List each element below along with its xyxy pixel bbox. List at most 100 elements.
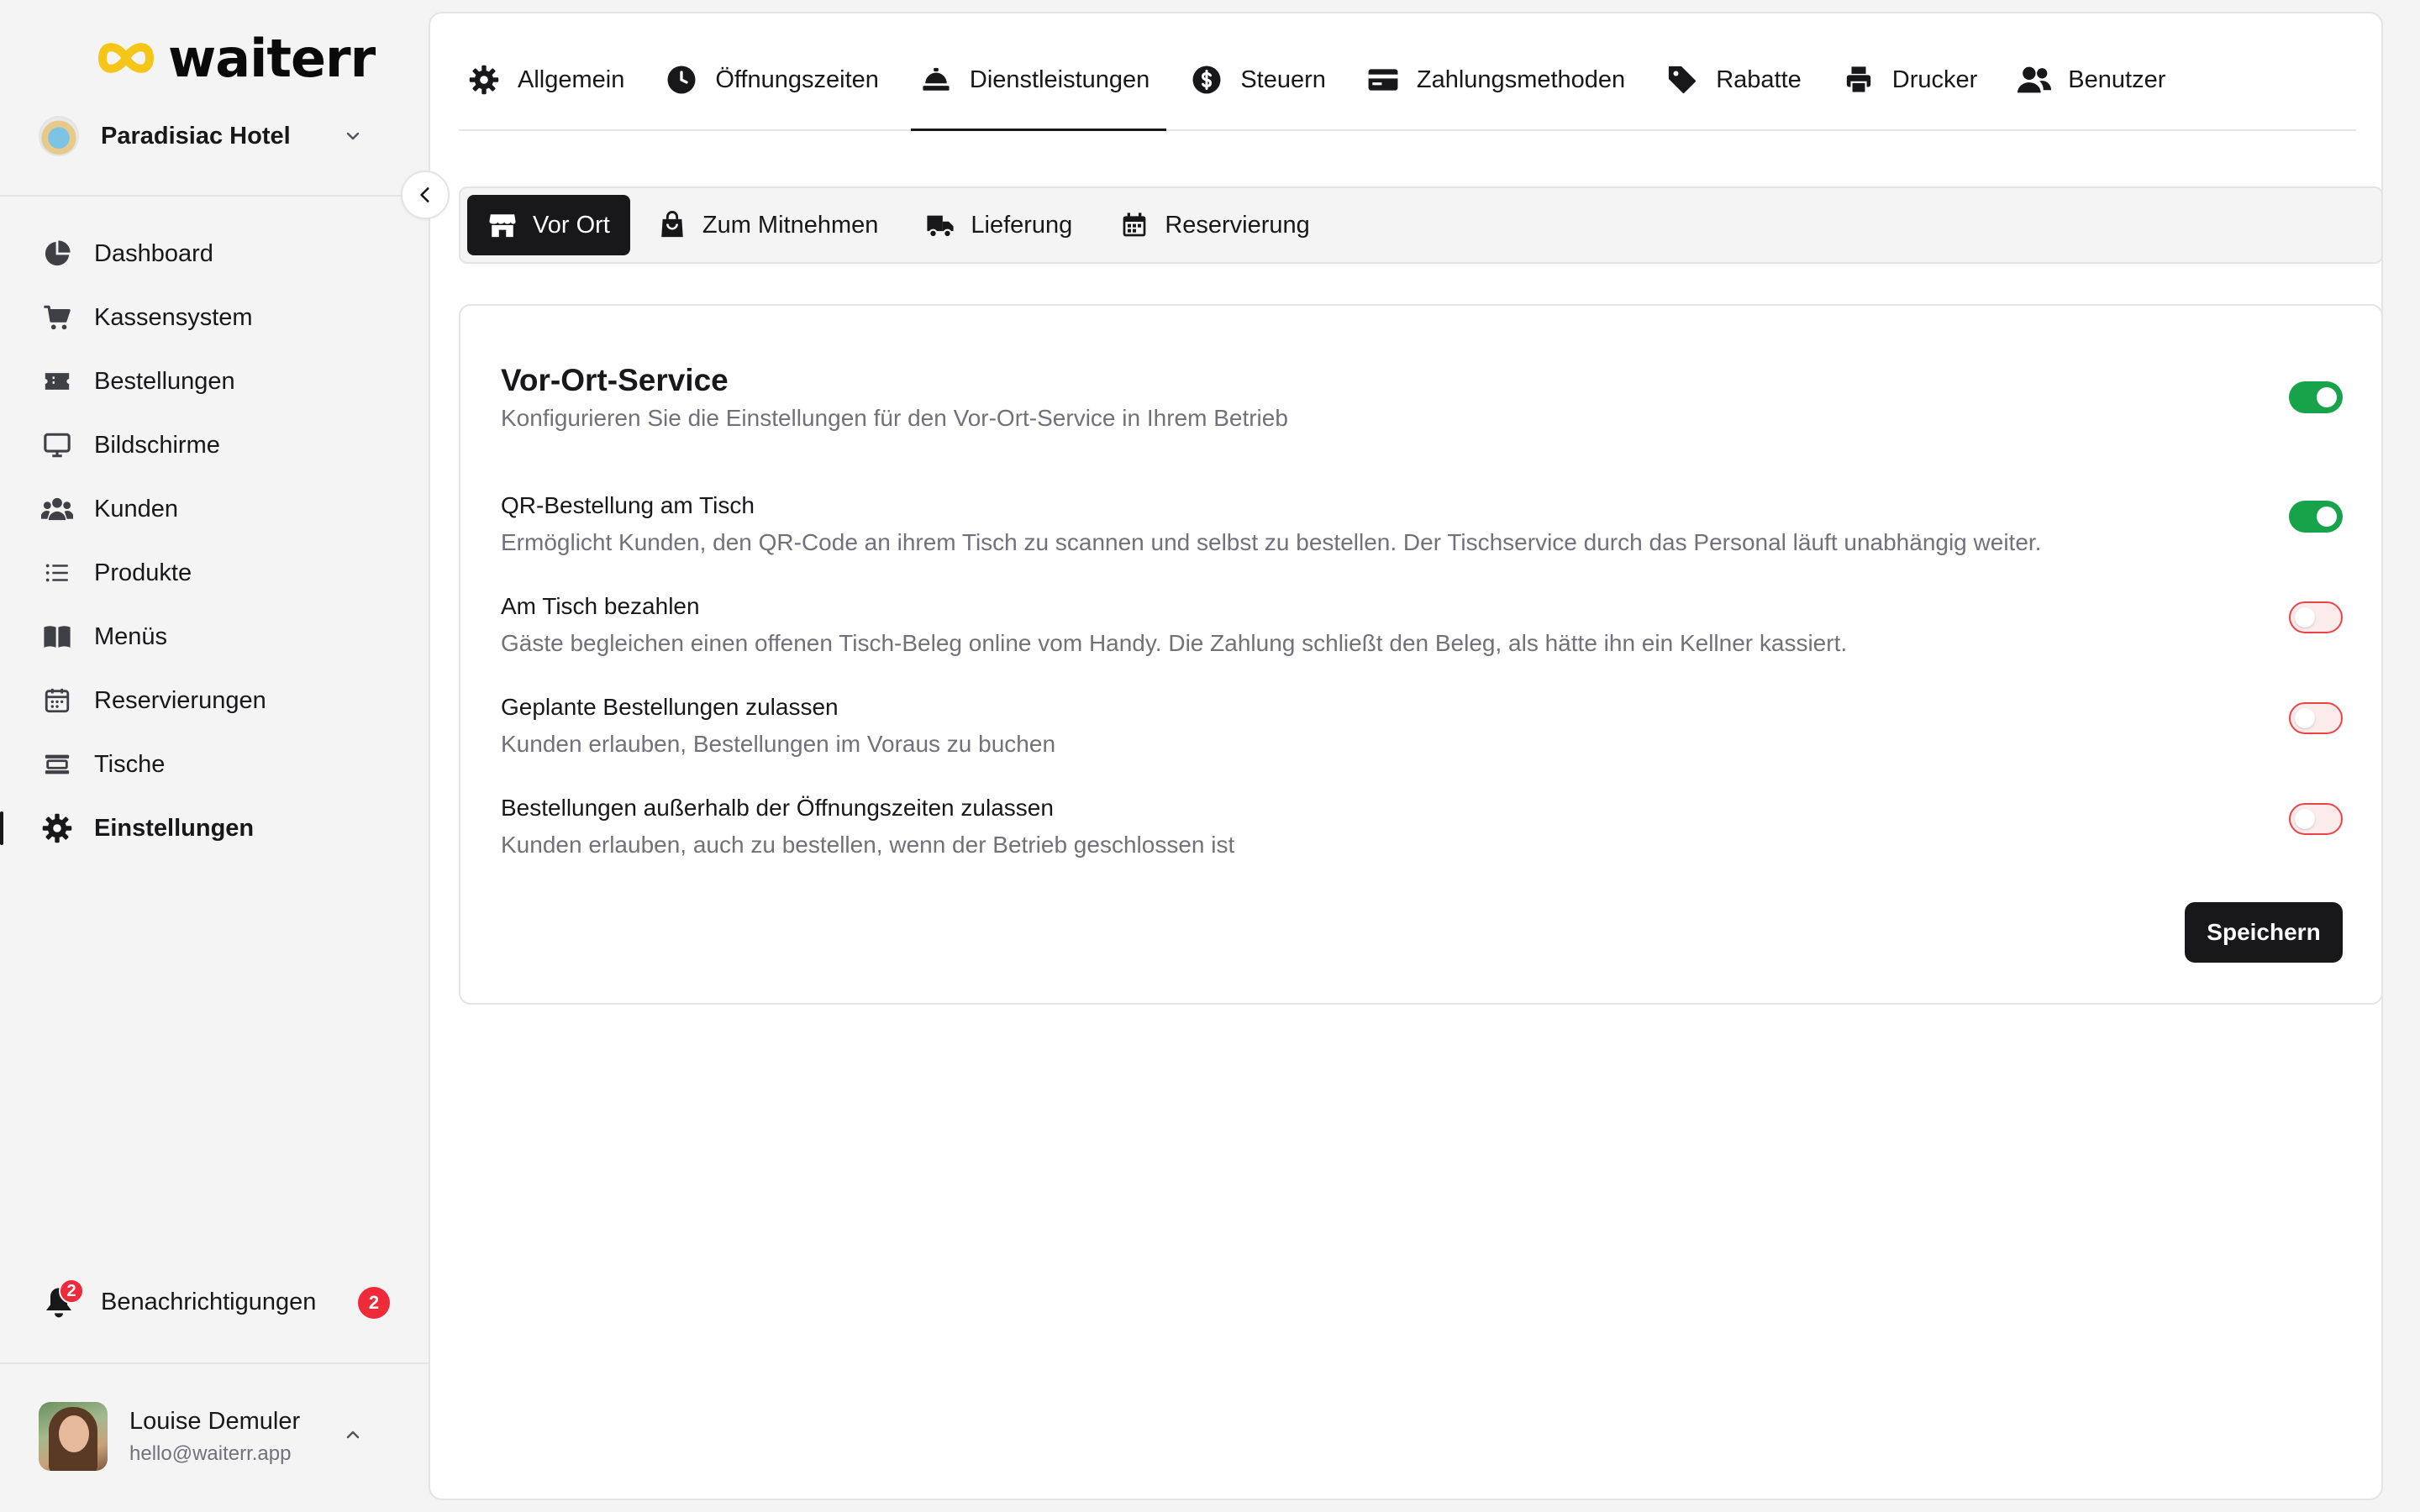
chevron-up-icon xyxy=(346,1431,360,1439)
tab-zahlungsmethoden[interactable]: Zahlungsmethoden xyxy=(1358,30,1642,129)
sidebar-item-einstellungen[interactable]: Einstellungen xyxy=(0,796,429,860)
brand-logo[interactable]: waiterr xyxy=(96,28,376,89)
sidebar-item-label: Dashboard xyxy=(94,239,213,267)
sidebar-item-label: Bestellungen xyxy=(94,367,235,395)
tab-dienstleistungen[interactable]: Dienstleistungen xyxy=(910,30,1167,131)
sidebar-item-kunden[interactable]: Kunden xyxy=(0,477,429,541)
am-tisch-bezahlen-toggle[interactable] xyxy=(2289,601,2343,633)
subtab-vor-ort[interactable]: Vor Ort xyxy=(467,195,630,255)
subtab-label: Lieferung xyxy=(971,211,1073,239)
sidebar-item-label: Einstellungen xyxy=(94,814,255,842)
avatar xyxy=(39,1402,108,1471)
sidebar-item-dashboard[interactable]: Dashboard xyxy=(0,222,429,286)
dollar-circle-icon xyxy=(1190,63,1223,97)
sidebar-item-label: Tische xyxy=(94,750,166,778)
monitor-icon xyxy=(40,428,74,462)
save-button[interactable]: Speichern xyxy=(2185,902,2343,963)
settings-panel: Allgemein Öffnungszeiten Dienstleistunge… xyxy=(429,12,2383,1500)
shopping-bag-icon xyxy=(657,210,687,240)
printer-icon xyxy=(1842,63,1876,97)
tag-icon xyxy=(1665,63,1699,97)
book-icon xyxy=(40,620,74,654)
tab-label: Steuern xyxy=(1240,66,1326,93)
option-description: Gäste begleichen einen offenen Tisch-Bel… xyxy=(501,630,1848,656)
store-icon xyxy=(487,210,518,240)
user-name: Louise Demuler xyxy=(129,1407,301,1435)
option-title: Bestellungen außerhalb der Öffnungszeite… xyxy=(501,795,1054,821)
subtab-zum-mitnehmen[interactable]: Zum Mitnehmen xyxy=(637,195,899,255)
ticket-icon xyxy=(40,365,74,398)
tab-label: Öffnungszeiten xyxy=(715,66,879,93)
vor-ort-service-card: Vor-Ort-Service Konfigurieren Sie die Ei… xyxy=(459,304,2383,1005)
subtab-reservierung[interactable]: Reservierung xyxy=(1099,195,1329,255)
qr-bestellung-toggle[interactable] xyxy=(2289,501,2343,533)
sidebar-item-label: Kunden xyxy=(94,495,178,522)
sidebar-item-produkte[interactable]: Produkte xyxy=(0,541,429,605)
sidebar-item-reservierungen[interactable]: Reservierungen xyxy=(0,669,429,732)
gear-icon xyxy=(40,811,74,845)
notification-badge: 2 xyxy=(59,1278,84,1304)
option-description: Ermöglicht Kunden, den QR-Code an ihrem … xyxy=(501,529,2042,555)
vor-ort-service-toggle[interactable] xyxy=(2289,381,2343,413)
subtab-label: Vor Ort xyxy=(533,211,610,239)
card-title: Vor-Ort-Service xyxy=(501,363,729,397)
pie-chart-icon xyxy=(40,237,74,270)
subtab-lieferung[interactable]: Lieferung xyxy=(905,195,1092,255)
tab-label: Allgemein xyxy=(518,66,625,93)
sidebar-item-label: Reservierungen xyxy=(94,686,266,714)
sidebar-item-bestellungen[interactable]: Bestellungen xyxy=(0,349,429,413)
option-description: Kunden erlauben, auch zu bestellen, wenn… xyxy=(501,832,1235,858)
sidebar: waiterr Paradisiac Hotel Dashboard Kasse… xyxy=(0,0,429,1512)
sidebar-item-label: Produkte xyxy=(94,559,192,586)
sidebar-nav: Dashboard Kassensystem Bestellungen Bild… xyxy=(0,222,429,860)
notifications-button[interactable]: 2 Benachrichtigungen 2 xyxy=(39,1275,395,1329)
sidebar-item-label: Bildschirme xyxy=(94,431,220,459)
credit-card-icon xyxy=(1366,63,1400,97)
tab-rabatte[interactable]: Rabatte xyxy=(1657,30,1818,129)
gear-icon xyxy=(467,63,501,97)
subtab-label: Zum Mitnehmen xyxy=(702,211,879,239)
tab-label: Zahlungsmethoden xyxy=(1416,66,1626,93)
tab-drucker[interactable]: Drucker xyxy=(1833,30,1995,129)
user-plus-icon xyxy=(2018,63,2052,97)
bell-icon: 2 xyxy=(39,1278,84,1322)
sidebar-item-bildschirme[interactable]: Bildschirme xyxy=(0,413,429,477)
notification-count: 2 xyxy=(358,1287,390,1319)
ausserhalb-oeffnungszeiten-toggle[interactable] xyxy=(2289,803,2343,835)
clock-icon xyxy=(665,63,698,97)
tab-allgemein[interactable]: Allgemein xyxy=(459,30,641,129)
tab-label: Rabatte xyxy=(1716,66,1802,93)
tab-label: Drucker xyxy=(1891,66,1978,93)
subtab-label: Reservierung xyxy=(1165,211,1310,239)
tab-steuern[interactable]: Steuern xyxy=(1181,30,1343,129)
users-icon xyxy=(40,492,74,526)
truck-icon xyxy=(925,210,955,240)
card-description: Konfigurieren Sie die Einstellungen für … xyxy=(501,405,1288,431)
calendar-icon xyxy=(40,684,74,717)
list-icon xyxy=(40,556,74,590)
sidebar-item-kassensystem[interactable]: Kassensystem xyxy=(0,286,429,349)
user-email: hello@waiterr.app xyxy=(129,1441,292,1465)
option-description: Kunden erlauben, Bestellungen im Voraus … xyxy=(501,731,1056,757)
venue-avatar xyxy=(39,116,79,156)
geplante-bestellungen-toggle[interactable] xyxy=(2289,702,2343,734)
sidebar-item-tische[interactable]: Tische xyxy=(0,732,429,796)
option-title: Am Tisch bezahlen xyxy=(501,593,700,619)
service-type-tabs: Vor Ort Zum Mitnehmen Lieferung Reservie… xyxy=(459,186,2383,264)
option-title: Geplante Bestellungen zulassen xyxy=(501,694,839,720)
collapse-sidebar-button[interactable] xyxy=(401,171,450,219)
tab-oeffnungszeiten[interactable]: Öffnungszeiten xyxy=(656,30,896,129)
venue-switcher[interactable]: Paradisiac Hotel xyxy=(39,111,395,161)
chevron-down-icon xyxy=(346,132,360,140)
sidebar-item-label: Kassensystem xyxy=(94,303,253,331)
settings-tabs: Allgemein Öffnungszeiten Dienstleistunge… xyxy=(459,30,2356,131)
infinity-logo-icon xyxy=(97,43,155,73)
tab-benutzer[interactable]: Benutzer xyxy=(2009,30,2182,129)
divider xyxy=(0,1362,429,1364)
venue-name: Paradisiac Hotel xyxy=(101,122,291,150)
table-icon xyxy=(40,748,74,781)
sidebar-item-menus[interactable]: Menüs xyxy=(0,605,429,669)
user-menu[interactable]: Louise Demuler hello@waiterr.app xyxy=(39,1401,395,1472)
calendar-icon xyxy=(1119,210,1150,240)
cart-icon xyxy=(40,301,74,334)
